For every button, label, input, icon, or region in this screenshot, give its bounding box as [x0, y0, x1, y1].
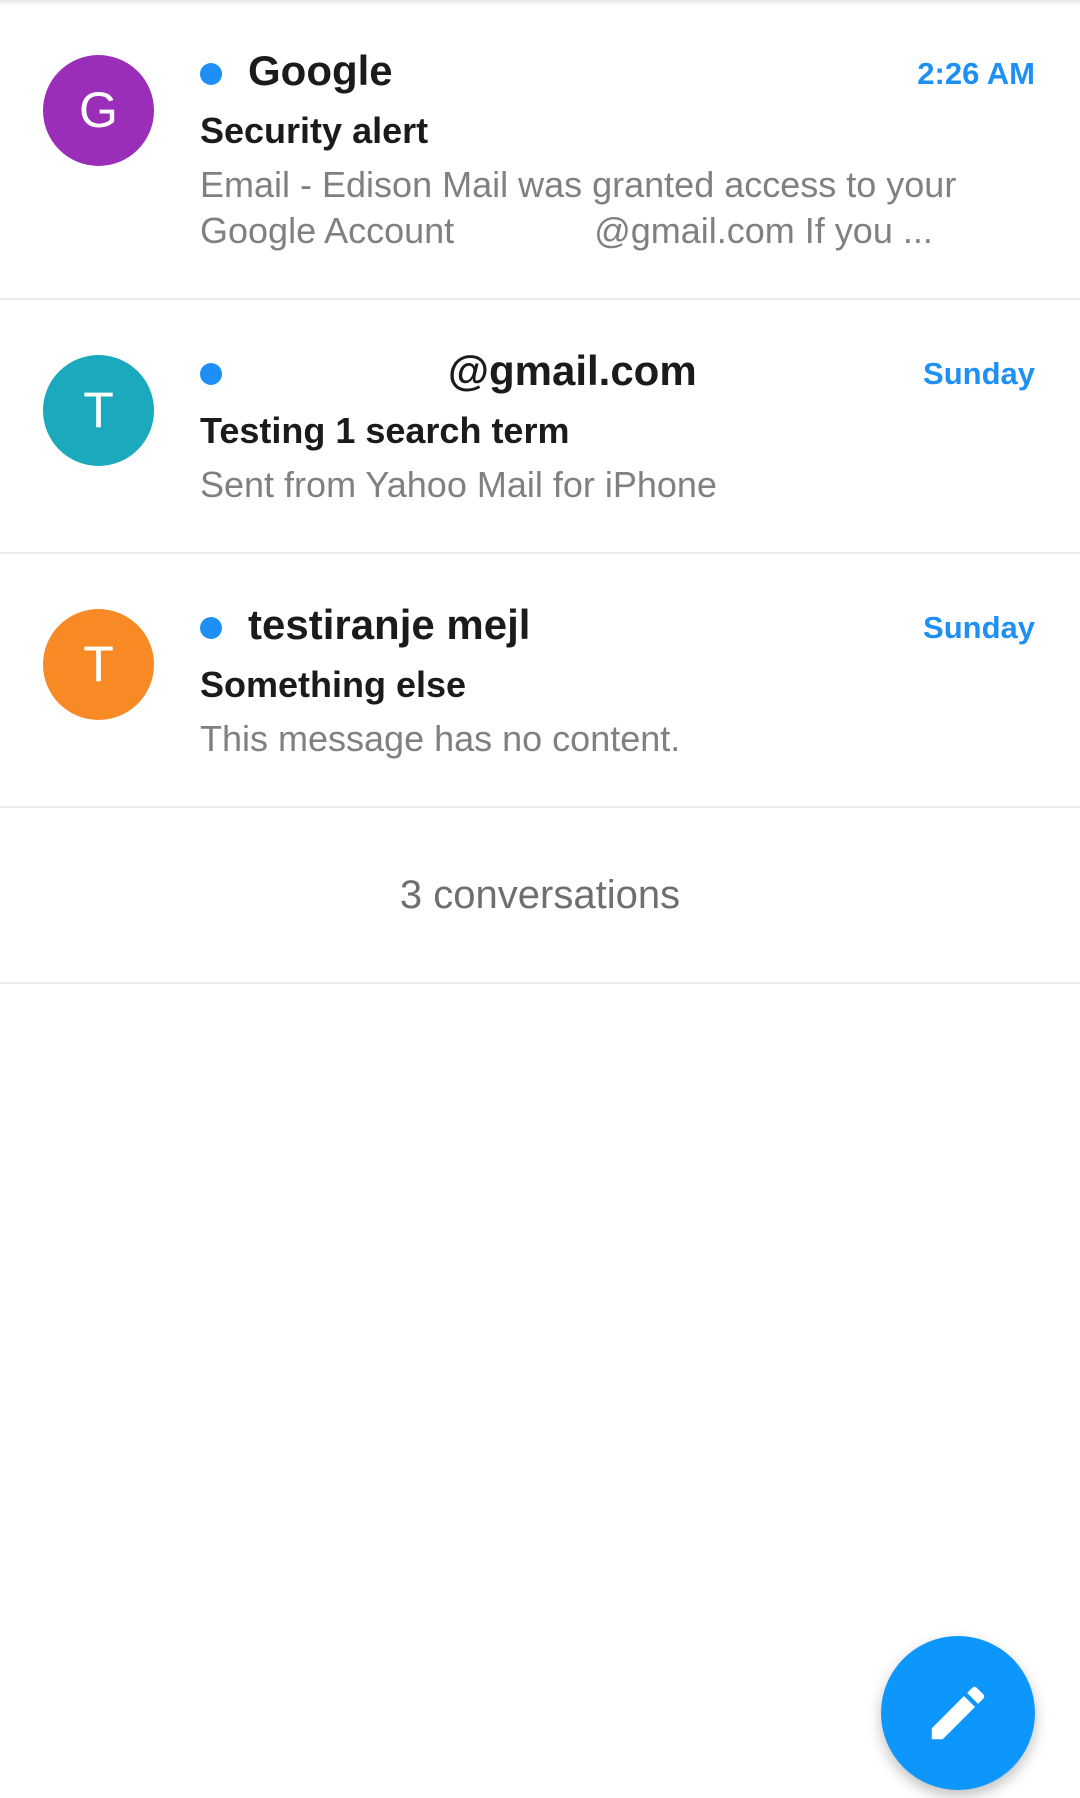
mail-row-gmail[interactable]: T @gmail.com Sunday Testing 1 search ter…	[0, 300, 1080, 554]
conversation-count: 3 conversations	[0, 808, 1080, 984]
mail-subject: Something else	[200, 664, 467, 705]
mail-subject: Testing 1 search term	[200, 410, 570, 451]
avatar: T	[43, 355, 154, 466]
mail-time: Sunday	[923, 356, 1035, 391]
sender-name: testiranje mejl	[248, 601, 531, 648]
mail-preview-line: This message has no content.	[200, 718, 681, 759]
mail-preview-line: Sent from Yahoo Mail for iPhone	[200, 464, 717, 505]
mail-preview: Sent from Yahoo Mail for iPhone	[200, 462, 1030, 508]
mail-row-google[interactable]: G Google 2:26 AM Security alert Email - …	[0, 0, 1080, 300]
mail-list: G Google 2:26 AM Security alert Email - …	[0, 0, 1080, 984]
mail-preview: This message has no content.	[200, 716, 1030, 762]
mail-subject: Security alert	[200, 110, 429, 151]
mail-preview-line: Email - Edison Mail was granted access t…	[200, 164, 957, 205]
mail-time: 2:26 AM	[917, 56, 1035, 91]
mail-time: Sunday	[923, 610, 1035, 645]
sender-name: Google	[248, 47, 393, 94]
unread-dot-icon	[200, 363, 222, 385]
mail-preview: Email - Edison Mail was granted access t…	[200, 162, 1030, 254]
pencil-icon	[931, 1686, 985, 1740]
mail-preview-line: Google Account @gmail.com If you ...	[200, 210, 933, 251]
avatar: T	[43, 609, 154, 720]
mail-row-testiranje[interactable]: T testiranje mejl Sunday Something else …	[0, 554, 1080, 808]
mail-inbox-screen: G Google 2:26 AM Security alert Email - …	[0, 0, 1080, 1798]
sender-name: @gmail.com	[448, 347, 697, 394]
unread-dot-icon	[200, 617, 222, 639]
avatar: G	[43, 55, 154, 166]
compose-button[interactable]	[881, 1636, 1035, 1790]
unread-dot-icon	[200, 63, 222, 85]
